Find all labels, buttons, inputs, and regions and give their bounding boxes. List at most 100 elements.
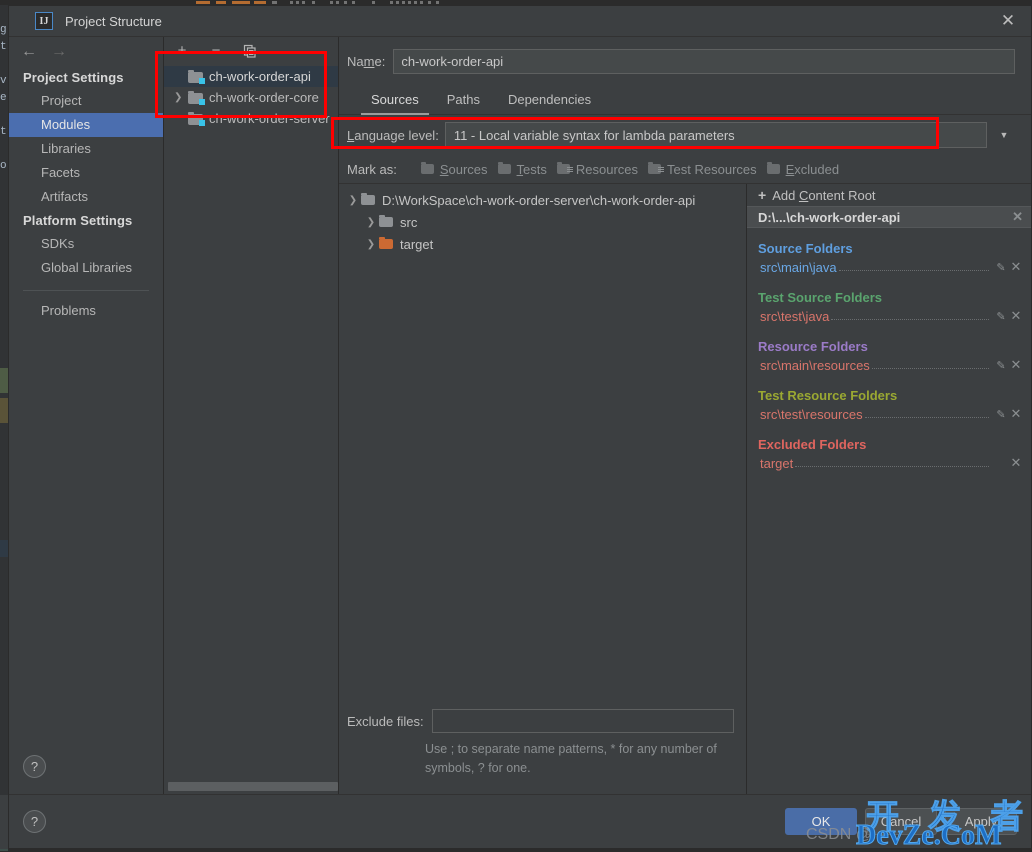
mark-as-label: Mark as: (347, 162, 397, 177)
intellij-logo-icon: IJ (35, 12, 53, 30)
project-structure-dialog: IJ Project Structure ✕ ← → Project Setti… (8, 5, 1032, 849)
pencil-icon[interactable]: ✎ (993, 359, 1009, 372)
folder-entry[interactable]: src\test\resources ✎ ✕ (747, 403, 1031, 424)
dialog-body: ← → Project Settings Project Modules Lib… (9, 37, 1031, 794)
folder-icon (379, 216, 394, 228)
sidebar-item-sdks[interactable]: SDKs (9, 232, 163, 256)
modules-horizontal-scrollbar[interactable] (164, 780, 338, 794)
mark-as-test-resources-button[interactable]: Test Resources (648, 162, 757, 177)
pencil-icon[interactable]: ✎ (993, 261, 1009, 274)
close-icon[interactable]: ✕ (1009, 406, 1023, 422)
folder-entry[interactable]: src\main\java ✎ ✕ (747, 256, 1031, 277)
nav-history-controls: ← → (9, 37, 163, 66)
content-root-path: D:\...\ch-work-order-api (758, 210, 900, 225)
sources-content-split: ❯ D:\WorkSpace\ch-work-order-server\ch-w… (339, 183, 1031, 794)
tab-dependencies[interactable]: Dependencies (498, 89, 601, 115)
sidebar-item-problems[interactable]: Problems (9, 299, 163, 323)
help-icon[interactable]: ? (23, 810, 46, 833)
exclude-files-label: Exclude files: (347, 714, 424, 729)
dialog-footer: ? OK Cancel Apply (9, 794, 1031, 848)
cancel-button[interactable]: Cancel (865, 808, 937, 835)
folder-entry[interactable]: src\test\java ✎ ✕ (747, 305, 1031, 326)
plus-icon: + (758, 187, 766, 203)
modules-tree[interactable]: ch-work-order-api ❯ ch-work-order-core c… (164, 64, 338, 780)
exclude-files-input[interactable] (432, 709, 734, 733)
ok-button[interactable]: OK (785, 808, 857, 835)
folder-group-test-resource: Test Resource Folders src\test\resources… (747, 388, 1031, 424)
tree-node-label: target (400, 237, 433, 252)
tab-sources[interactable]: Sources (361, 89, 429, 115)
scrollbar-thumb[interactable] (168, 782, 338, 791)
content-roots-panel: + Add Content Root D:\...\ch-work-order-… (747, 184, 1031, 794)
arrow-right-icon[interactable]: → (51, 43, 67, 61)
sidebar-item-facets[interactable]: Facets (9, 161, 163, 185)
dotted-filler (872, 358, 989, 369)
remove-module-icon[interactable]: − (208, 43, 224, 59)
dotted-filler (839, 260, 989, 271)
folder-group-title: Test Source Folders (747, 290, 1031, 305)
modules-toolbar: + − (164, 37, 338, 64)
apply-button[interactable]: Apply (945, 808, 1017, 835)
mark-as-tests-button[interactable]: Tests (498, 162, 547, 177)
close-icon[interactable]: ✕ (1012, 209, 1023, 225)
module-icon (188, 91, 205, 105)
module-name-row: Name: (339, 37, 1031, 85)
module-label: ch-work-order-core (209, 90, 319, 105)
close-icon[interactable]: ✕ (1009, 308, 1023, 324)
module-name-input[interactable] (393, 49, 1015, 74)
folder-group-test-source: Test Source Folders src\test\java ✎ ✕ (747, 290, 1031, 326)
folder-entry[interactable]: target ✎ ✕ (747, 452, 1031, 473)
language-level-combobox[interactable]: 11 - Local variable syntax for lambda pa… (445, 122, 987, 148)
close-icon[interactable]: ✕ (1009, 259, 1023, 275)
close-icon[interactable]: ✕ (1009, 455, 1023, 471)
folder-excluded-icon (379, 238, 394, 250)
modules-panel: + − ch-work-order-api (164, 37, 339, 794)
chevron-right-icon[interactable]: ❯ (363, 217, 379, 228)
chevron-right-icon[interactable]: ❯ (363, 239, 379, 250)
chevron-down-icon[interactable]: ❯ (345, 195, 361, 206)
pencil-icon[interactable]: ✎ (993, 408, 1009, 421)
close-icon[interactable]: ✕ (1009, 357, 1023, 373)
sidebar-item-artifacts[interactable]: Artifacts (9, 185, 163, 209)
module-editor-panel: Name: Sources Paths Dependencies Languag… (339, 37, 1031, 794)
sidebar-help-row: ? (9, 738, 163, 794)
language-level-label: Language level: (347, 128, 439, 143)
arrow-left-icon[interactable]: ← (21, 43, 37, 61)
content-tree[interactable]: ❯ D:\WorkSpace\ch-work-order-server\ch-w… (339, 184, 746, 709)
folder-group-resource: Resource Folders src\main\resources ✎ ✕ (747, 339, 1031, 375)
exclude-files-hint: Use ; to separate name patterns, * for a… (425, 740, 734, 778)
mark-as-excluded-button[interactable]: Excluded (767, 162, 839, 177)
sidebar-item-modules[interactable]: Modules (9, 113, 163, 137)
mark-as-sources-button[interactable]: Sources (421, 162, 488, 177)
folder-resources-icon (557, 163, 572, 175)
tab-paths[interactable]: Paths (437, 89, 490, 115)
folder-group-title: Excluded Folders (747, 437, 1031, 452)
tree-row-target[interactable]: ❯ target (339, 233, 746, 255)
add-content-root-button[interactable]: + Add Content Root (747, 184, 1031, 206)
chevron-down-icon[interactable]: ▼ (993, 123, 1015, 147)
close-icon[interactable]: ✕ (985, 6, 1031, 36)
pencil-icon[interactable]: ✎ (993, 310, 1009, 323)
folder-path: src\test\java (760, 309, 829, 324)
sidebar-item-project[interactable]: Project (9, 89, 163, 113)
add-module-icon[interactable]: + (174, 43, 190, 59)
folder-entry[interactable]: src\main\resources ✎ ✕ (747, 354, 1031, 375)
sidebar-item-libraries[interactable]: Libraries (9, 137, 163, 161)
folder-group-excluded: Excluded Folders target ✎ ✕ (747, 437, 1031, 473)
sidebar-item-global-libraries[interactable]: Global Libraries (9, 256, 163, 280)
exclude-files-area: Exclude files: Use ; to separate name pa… (339, 709, 746, 794)
module-icon (188, 112, 205, 126)
module-item-core[interactable]: ❯ ch-work-order-core (164, 87, 338, 108)
folder-icon (498, 163, 513, 175)
help-icon[interactable]: ? (23, 755, 46, 778)
tree-node-label: src (400, 215, 417, 230)
dialog-titlebar: IJ Project Structure ✕ (9, 6, 1031, 37)
tree-row-root[interactable]: ❯ D:\WorkSpace\ch-work-order-server\ch-w… (339, 189, 746, 211)
module-item-api[interactable]: ch-work-order-api (164, 66, 338, 87)
chevron-right-icon[interactable]: ❯ (174, 92, 188, 103)
mark-as-resources-button[interactable]: Resources (557, 162, 638, 177)
tree-row-src[interactable]: ❯ src (339, 211, 746, 233)
module-item-server[interactable]: ch-work-order-server (164, 108, 338, 129)
copy-module-icon[interactable] (242, 43, 258, 59)
sidebar-group-project-settings: Project Settings (9, 66, 163, 89)
